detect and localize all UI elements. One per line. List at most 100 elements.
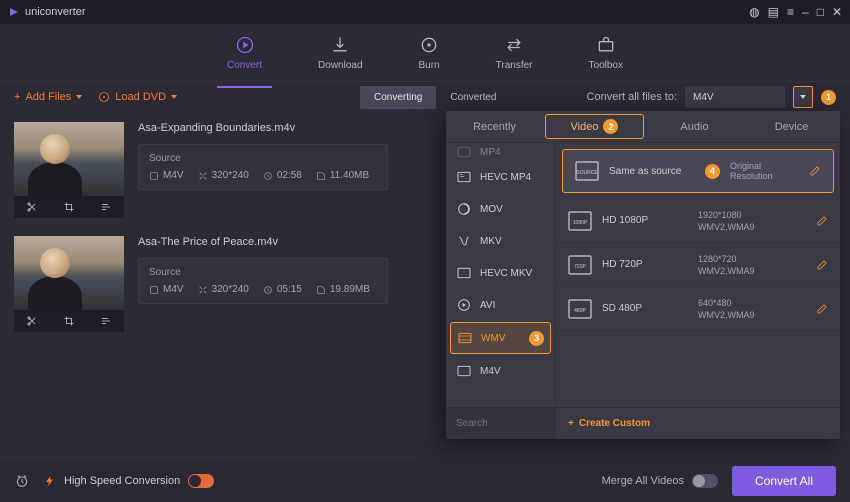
trim-icon[interactable] xyxy=(26,201,38,213)
format-panel: Recently Video 2 Audio Device MP4 HEVC M… xyxy=(446,111,840,439)
panel-tabs: Recently Video 2 Audio Device xyxy=(446,111,840,143)
edit-icon[interactable] xyxy=(816,215,828,227)
format-item[interactable]: MP4 xyxy=(446,143,555,161)
duration-icon xyxy=(263,285,273,295)
create-custom-button[interactable]: + Create Custom xyxy=(556,408,840,439)
effects-icon[interactable] xyxy=(100,201,112,213)
schedule-icon[interactable] xyxy=(14,473,30,489)
tab-converting[interactable]: Converting xyxy=(360,86,436,109)
convert-all-button[interactable]: Convert All xyxy=(732,466,836,496)
bolt-icon xyxy=(44,475,56,487)
thumbnail-image[interactable] xyxy=(14,236,124,310)
resolution-row[interactable]: 1080P HD 1080P 1920*1080WMV2,WMA9 xyxy=(556,199,840,243)
tab-audio[interactable]: Audio xyxy=(646,111,743,142)
size-icon xyxy=(316,171,326,181)
thumbnail xyxy=(14,122,124,218)
thumbnail xyxy=(14,236,124,332)
nav-convert[interactable]: Convert xyxy=(223,29,266,77)
edit-icon[interactable] xyxy=(816,303,828,315)
nav-transfer[interactable]: Transfer xyxy=(492,29,537,77)
convert-all-dropdown[interactable] xyxy=(793,86,813,108)
resolution-icon xyxy=(198,171,208,181)
format-item[interactable]: HEVC MKV xyxy=(446,257,555,289)
app-logo-icon xyxy=(8,6,20,18)
tab-recently[interactable]: Recently xyxy=(446,111,543,142)
plus-icon: + xyxy=(568,418,574,429)
film-icon xyxy=(457,330,473,346)
burn-icon xyxy=(419,35,439,55)
convert-all-format-select[interactable]: M4V xyxy=(685,86,785,108)
caret-down-icon xyxy=(76,95,82,99)
crop-icon[interactable] xyxy=(63,315,75,327)
format-item-wmv[interactable]: WMV 3 xyxy=(450,322,551,354)
search-input[interactable] xyxy=(456,418,546,429)
main-nav: Convert Download Burn Transfer Toolbox xyxy=(0,24,850,82)
format-item[interactable]: HEVC MP4 xyxy=(446,161,555,193)
toolbox-icon xyxy=(596,35,616,55)
plus-icon: + xyxy=(14,91,20,103)
convert-all-to: Convert all files to: M4V 1 xyxy=(587,86,836,108)
resolution-icon: 480P xyxy=(568,299,592,319)
tab-converted[interactable]: Converted xyxy=(436,86,510,109)
tab-device[interactable]: Device xyxy=(743,111,840,142)
topbar: + Add Files Load DVD Converting Converte… xyxy=(0,82,850,112)
file-icon xyxy=(456,297,472,313)
bottom-bar: High Speed Conversion Merge All Videos C… xyxy=(0,460,850,502)
titlebar: uniconverter ◍ ▤ ≡ – □ ✕ xyxy=(0,0,850,24)
left-actions: + Add Files Load DVD xyxy=(14,91,177,103)
caret-down-icon xyxy=(171,95,177,99)
merge-toggle[interactable] xyxy=(692,474,718,488)
file-icon xyxy=(456,201,472,217)
nav-toolbox[interactable]: Toolbox xyxy=(585,29,627,77)
app-name: uniconverter xyxy=(25,6,86,18)
step-badge-2: 2 xyxy=(603,119,618,134)
format-item[interactable]: MKV xyxy=(446,225,555,257)
format-item[interactable]: AVI xyxy=(446,289,555,321)
duration-icon xyxy=(263,171,273,181)
resolution-list: SOURCE Same as source 4 Original Resolut… xyxy=(556,143,840,407)
crop-icon[interactable] xyxy=(63,201,75,213)
chat-icon[interactable]: ▤ xyxy=(768,5,779,19)
load-dvd-button[interactable]: Load DVD xyxy=(98,91,177,103)
file-icon xyxy=(456,144,472,160)
menu-icon[interactable]: ≡ xyxy=(787,5,794,19)
caret-down-icon xyxy=(800,95,806,99)
edit-icon[interactable] xyxy=(816,259,828,271)
account-icon[interactable]: ◍ xyxy=(749,5,759,19)
edit-icon[interactable] xyxy=(809,165,821,177)
resolution-row[interactable]: 720P HD 720P 1280*720WMV2,WMA9 xyxy=(556,243,840,287)
step-badge-1: 1 xyxy=(821,90,836,105)
download-icon xyxy=(330,35,350,55)
tab-video[interactable]: Video 2 xyxy=(545,114,644,139)
thumb-tools xyxy=(14,196,124,218)
high-speed-conversion: High Speed Conversion xyxy=(44,474,214,488)
transfer-icon xyxy=(504,35,524,55)
svg-text:1080P: 1080P xyxy=(573,220,588,226)
panel-footer: + Create Custom xyxy=(446,407,840,439)
format-item[interactable]: M4V xyxy=(446,355,555,387)
resolution-icon: 720P xyxy=(568,255,592,275)
nav-download[interactable]: Download xyxy=(314,29,366,77)
effects-icon[interactable] xyxy=(100,315,112,327)
resolution-same-as-source[interactable]: SOURCE Same as source 4 Original Resolut… xyxy=(562,149,834,193)
resolution-row[interactable]: 480P SD 480P 640*480WMV2,WMA9 xyxy=(556,287,840,331)
thumb-tools xyxy=(14,310,124,332)
high-speed-toggle[interactable] xyxy=(188,474,214,488)
trim-icon[interactable] xyxy=(26,315,38,327)
svg-text:SOURCE: SOURCE xyxy=(576,170,598,176)
thumbnail-image[interactable] xyxy=(14,122,124,196)
file-icon xyxy=(456,265,472,281)
minimize-icon[interactable]: – xyxy=(802,5,809,19)
format-item[interactable]: MOV xyxy=(446,193,555,225)
step-badge-4: 4 xyxy=(705,164,720,179)
file-icon xyxy=(456,169,472,185)
add-files-button[interactable]: + Add Files xyxy=(14,91,82,103)
brand: uniconverter xyxy=(8,6,86,18)
search-box xyxy=(446,408,556,439)
disc-icon xyxy=(98,91,110,103)
maximize-icon[interactable]: □ xyxy=(817,5,824,19)
svg-text:720P: 720P xyxy=(574,264,586,270)
file-icon xyxy=(456,363,472,379)
nav-burn[interactable]: Burn xyxy=(415,29,444,77)
close-icon[interactable]: ✕ xyxy=(832,5,842,19)
